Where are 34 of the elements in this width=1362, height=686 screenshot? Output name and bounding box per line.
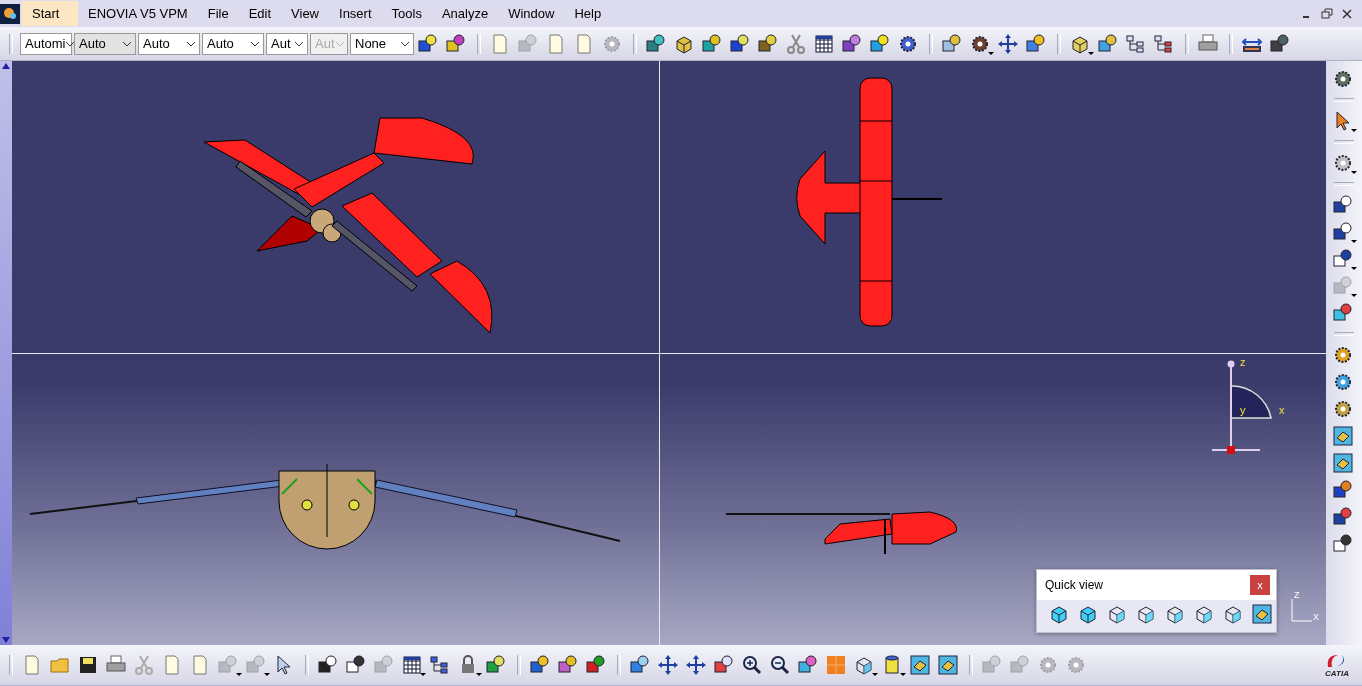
menu-item[interactable]: Insert bbox=[329, 1, 382, 26]
dropdown-field[interactable]: Aut bbox=[266, 32, 308, 55]
caret-icon[interactable] bbox=[186, 39, 196, 48]
dropdown-field[interactable]: None bbox=[350, 32, 414, 55]
logo-text: CATIA bbox=[1325, 668, 1349, 678]
dropdown-field[interactable]: Automi bbox=[20, 32, 72, 55]
menu-item[interactable]: Help bbox=[564, 1, 612, 26]
axis-label: X bbox=[1313, 612, 1319, 622]
axis-label: Z bbox=[1294, 590, 1300, 600]
menu-item[interactable]: View bbox=[281, 1, 329, 26]
restore-icon[interactable] bbox=[1320, 6, 1334, 21]
caret-icon[interactable] bbox=[294, 39, 304, 48]
menu-item[interactable]: Window bbox=[498, 1, 565, 26]
caret-icon[interactable] bbox=[400, 39, 410, 48]
table-icon[interactable] bbox=[400, 653, 426, 677]
menu-item[interactable]: ENOVIA V5 VPM bbox=[78, 1, 198, 26]
menu-item[interactable]: Start bbox=[22, 1, 78, 26]
axis-label: y bbox=[1240, 404, 1246, 416]
axis-label: x bbox=[1279, 404, 1285, 416]
menu-item[interactable]: Edit bbox=[238, 1, 282, 26]
dropdown-field[interactable]: Auto bbox=[202, 32, 264, 55]
menu-item[interactable]: Tools bbox=[381, 1, 432, 26]
app-icon[interactable] bbox=[0, 3, 20, 24]
close-button[interactable]: x bbox=[1250, 575, 1270, 595]
caret-icon[interactable] bbox=[250, 39, 260, 48]
dropdown-field[interactable]: Auto bbox=[74, 32, 136, 55]
axis-triad-icon bbox=[1290, 599, 1314, 623]
menu-item[interactable]: Analyze bbox=[431, 1, 499, 26]
close-icon[interactable] bbox=[1340, 6, 1354, 21]
menu-item[interactable]: File bbox=[197, 1, 239, 26]
caret-icon[interactable] bbox=[122, 39, 132, 48]
panel-title: Quick view bbox=[1045, 578, 1103, 592]
dropdown-field[interactable]: Auto bbox=[138, 32, 200, 55]
axis-label: z bbox=[1240, 356, 1246, 368]
